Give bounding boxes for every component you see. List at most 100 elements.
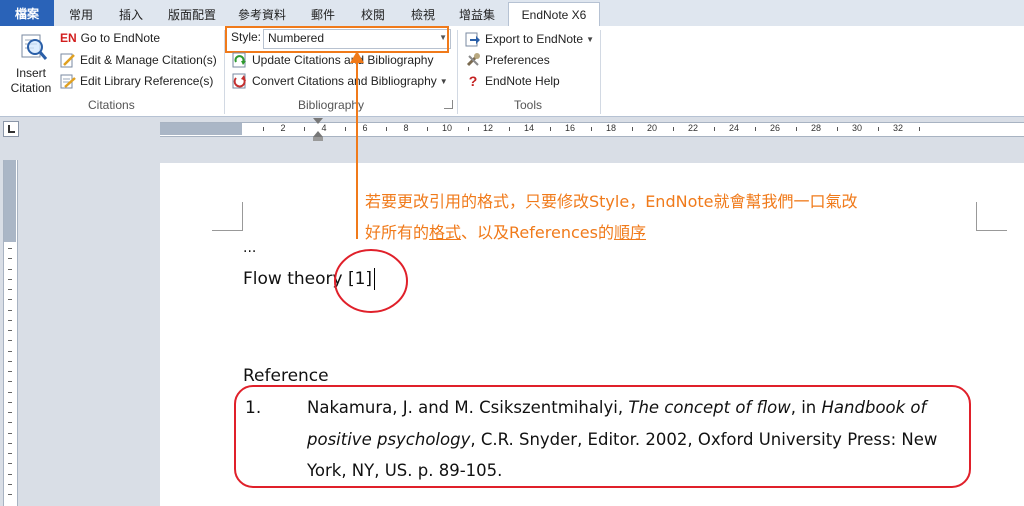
ruler-mark-label: 30: [851, 123, 863, 133]
endnote-help-label: EndNote Help: [485, 74, 560, 88]
tab-file[interactable]: 檔案: [0, 0, 54, 26]
vruler-tick: [8, 248, 12, 249]
left-indent-marker[interactable]: [313, 137, 323, 141]
vruler-tick: [8, 453, 12, 454]
export-to-endnote-button[interactable]: Export to EndNote ▼: [465, 31, 594, 47]
preferences-icon: [466, 53, 480, 67]
ruler-mark-label: 16: [564, 123, 576, 133]
export-chevron-down-icon: ▼: [586, 34, 594, 44]
insert-citation-button[interactable]: Insert Citation: [6, 30, 56, 96]
insert-citation-label-1: Insert: [15, 66, 46, 80]
reference-line-3: York, NY, US. p. 89-105.: [307, 461, 503, 480]
ref-in: , in: [790, 398, 822, 417]
ruler-tick: [836, 127, 838, 131]
ref-editor-publisher: , C.R. Snyder, Editor. 2002, Oxford Univ…: [470, 430, 938, 449]
ruler-tick: [262, 127, 264, 131]
tab-add-ins[interactable]: 增益集: [450, 3, 504, 25]
update-citations-button[interactable]: Update Citations and Bibliography: [232, 52, 433, 68]
convert-citations-label: Convert Citations and Bibliography: [252, 74, 437, 88]
tools-group-label: Tools: [514, 98, 543, 112]
vruler-tick: [8, 319, 12, 321]
ruler-mark-label: 18: [605, 123, 617, 133]
first-line-indent-marker[interactable]: [313, 118, 323, 124]
annotation-line-1: 若要更改引用的格式，只要修改Style，EndNote就會幫我們一口氣改: [365, 192, 858, 211]
annotation-text: 好所有的: [365, 223, 430, 242]
group-divider: [457, 30, 458, 114]
ref-chapter-title: The concept of flow: [628, 398, 791, 417]
ruler-mark-label: 26: [769, 123, 781, 133]
endnote-help-button[interactable]: ? EndNote Help: [465, 73, 560, 89]
tab-view[interactable]: 檢視: [400, 3, 446, 25]
go-to-endnote-button[interactable]: EN Go to EndNote: [60, 31, 160, 45]
go-to-endnote-label: Go to EndNote: [80, 31, 161, 45]
ruler-tick: [754, 127, 756, 131]
annotation-text: 、以及References的: [461, 223, 614, 242]
ruler-tick: [918, 127, 920, 131]
tab-home[interactable]: 常用: [58, 3, 104, 25]
ruler-tick: [631, 127, 633, 131]
vruler-tick: [8, 258, 12, 260]
ref-book-title-part-2: positive psychology: [307, 430, 471, 449]
document-page[interactable]: [160, 163, 1024, 506]
edit-library-reference-label: Edit Library Reference(s): [80, 74, 214, 88]
tab-review[interactable]: 校閱: [350, 3, 396, 25]
vruler-tick: [8, 442, 12, 444]
edit-library-reference-button[interactable]: Edit Library Reference(s): [60, 73, 213, 89]
ref-authors: Nakamura, J. and M. Csikszentmihalyi,: [307, 398, 629, 417]
edit-citation-icon: [60, 53, 75, 68]
preferences-button[interactable]: Preferences: [465, 52, 550, 68]
edit-manage-citations-label: Edit & Manage Citation(s): [80, 53, 217, 67]
annotation-underlined-format: 格式: [429, 223, 462, 242]
ruler-tick: [467, 127, 469, 131]
ruler-left-margin: [160, 123, 242, 135]
ruler-mark-label: 24: [728, 123, 740, 133]
vruler-tick: [8, 494, 12, 495]
export-to-endnote-label: Export to EndNote: [485, 32, 584, 46]
ruler-tick: [303, 127, 305, 131]
reference-heading: Reference: [243, 366, 329, 386]
ruler-mark-label: 6: [362, 123, 368, 133]
vruler-tick: [8, 360, 12, 362]
ruler-mark-label: 8: [403, 123, 409, 133]
vruler-tick: [8, 391, 12, 393]
ruler-mark-label: 14: [523, 123, 535, 133]
ruler-mark-label: 20: [646, 123, 658, 133]
tab-page-layout[interactable]: 版面配置: [160, 3, 224, 25]
vruler-top-margin: [4, 160, 16, 242]
convert-chevron-down-icon: ▼: [439, 76, 448, 86]
edit-manage-citations-button[interactable]: Edit & Manage Citation(s): [60, 52, 217, 68]
vruler-tick: [8, 268, 12, 270]
ref-book-title-part-1: Handbook of: [821, 398, 927, 417]
update-citations-label: Update Citations and Bibliography: [252, 53, 434, 67]
tab-references[interactable]: 參考資料: [230, 3, 294, 25]
ruler-mark-label: 12: [482, 123, 494, 133]
tab-endnote[interactable]: EndNote X6: [508, 2, 600, 27]
vruler-tick: [8, 473, 12, 475]
vruler-tick: [8, 483, 12, 485]
vruler-tick: [8, 278, 12, 280]
ruler-tick: [795, 127, 797, 131]
vruler-tick: [8, 330, 12, 331]
vruler-tick: [8, 299, 12, 301]
ruler-mark-label: 22: [687, 123, 699, 133]
convert-citations-icon: [232, 73, 246, 89]
bibliography-dialog-launcher-icon[interactable]: [444, 100, 453, 109]
tab-selector-button[interactable]: [3, 121, 19, 137]
ruler-tick: [508, 127, 510, 131]
ruler-tick: [426, 127, 428, 131]
export-icon: [465, 32, 480, 47]
ruler-tick: [385, 127, 387, 131]
convert-citations-button[interactable]: Convert Citations and Bibliography ▼: [232, 73, 448, 89]
left-tab-icon: [8, 125, 15, 133]
ruler-mark-label: 2: [280, 123, 286, 133]
vruler-tick: [8, 463, 12, 465]
reference-line-2: positive psychology, C.R. Snyder, Editor…: [307, 430, 937, 449]
tab-insert[interactable]: 插入: [108, 3, 154, 25]
horizontal-ruler[interactable]: 22468101214161820222426283032: [160, 122, 1024, 137]
ribbon-tab-bar: 檔案 常用 插入 版面配置 參考資料 郵件 校閱 檢視 增益集 EndNote …: [0, 0, 1024, 27]
margin-corner-top-right: [976, 202, 1007, 231]
ruler-tick: [344, 127, 346, 131]
tab-mailings[interactable]: 郵件: [300, 3, 346, 25]
insert-citation-label-2: Citation: [10, 81, 52, 95]
ruler-mark-label: 32: [892, 123, 904, 133]
